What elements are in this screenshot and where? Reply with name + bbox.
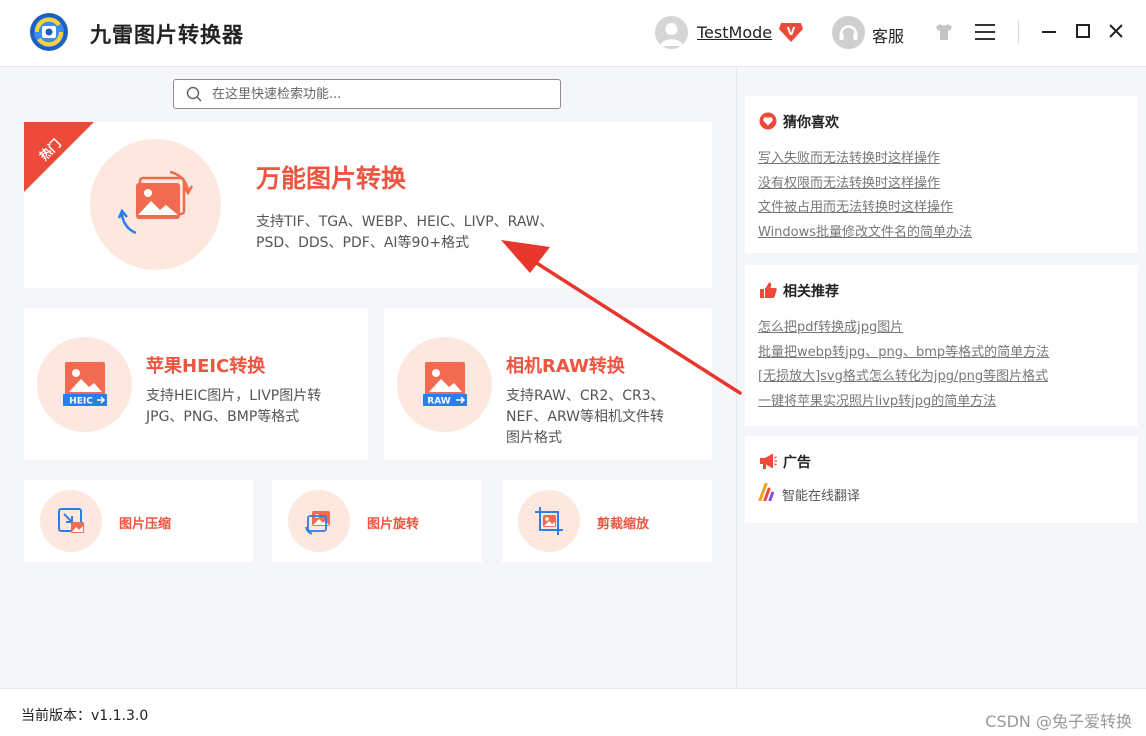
- title-bar: 九雷图片转换器 TestMode V 客服: [0, 0, 1146, 67]
- ad-translate-label: 智能在线翻译: [782, 489, 861, 504]
- related-recommend-panel: 相关推荐 怎么把pdf转换成jpg图片 批量把webp转jpg、png、bmp等…: [745, 265, 1138, 426]
- universal-convert-desc: 支持TIF、TGA、WEBP、HEIC、LIVP、RAW、 PSD、DDS、PD…: [256, 212, 616, 254]
- article-link[interactable]: [无损放大]svg格式怎么转化为jpg/png等图片格式: [758, 365, 1049, 390]
- heic-convert-title: 苹果HEIC转换: [146, 356, 266, 377]
- titlebar-divider: [1018, 20, 1019, 44]
- guess-you-like-panel: 猜你喜欢 写入失败而无法转换时这样操作 没有权限而无法转换时这样操作 文件被占用…: [745, 96, 1138, 253]
- guess-you-like-links: 写入失败而无法转换时这样操作 没有权限而无法转换时这样操作 文件被占用而无法转换…: [758, 147, 972, 245]
- thumbs-up-icon: [760, 282, 777, 298]
- image-convert-icon: [118, 170, 194, 235]
- heic-convert-desc-line: JPG、PNG、BMP等格式: [146, 409, 300, 425]
- compress-icon: [58, 508, 84, 533]
- crop-resize-tool-label: 剪裁缩放: [597, 517, 650, 532]
- article-link[interactable]: 没有权限而无法转换时这样操作: [758, 172, 972, 197]
- customer-service-avatar[interactable]: [832, 16, 865, 49]
- universal-convert-title: 万能图片转换: [256, 164, 407, 193]
- rotate-icon-circle: [288, 490, 350, 552]
- version-label: 当前版本：v1.1.3.0: [21, 708, 149, 724]
- heic-file-icon: HEIC: [63, 362, 107, 407]
- search-icon: [186, 86, 202, 102]
- article-link[interactable]: Windows批量修改文件名的简单办法: [758, 221, 972, 246]
- universal-convert-desc-line: PSD、DDS、PDF、AI等90+格式: [256, 235, 470, 251]
- article-link[interactable]: 一键将苹果实况照片livp转jpg的简单方法: [758, 390, 1049, 415]
- raw-convert-desc-line: 图片格式: [506, 430, 562, 446]
- heic-icon-circle: HEIC: [37, 337, 132, 432]
- raw-convert-card[interactable]: RAW 相机RAW转换 支持RAW、CR2、CR3、 NEF、ARW等相机文件转…: [384, 308, 712, 460]
- vip-badge-icon[interactable]: V: [778, 20, 804, 44]
- raw-icon-circle: RAW: [397, 337, 492, 432]
- article-link[interactable]: 怎么把pdf转换成jpg图片: [758, 316, 1049, 341]
- crop-icon: [535, 507, 563, 535]
- ad-panel: 广告 智能在线翻译: [745, 436, 1138, 523]
- vip-badge-text: V: [787, 25, 796, 38]
- raw-convert-title: 相机RAW转换: [506, 356, 625, 377]
- rotate-tool-label: 图片旋转: [367, 517, 420, 532]
- maximize-icon: [1076, 24, 1090, 38]
- csdn-watermark: CSDN @兔子爱转换: [985, 712, 1132, 731]
- skin-shirt-icon[interactable]: [934, 22, 954, 42]
- customer-service-button[interactable]: 客服: [872, 23, 904, 47]
- translate-logo-icon: [758, 483, 774, 501]
- guess-you-like-title: 猜你喜欢: [783, 115, 839, 131]
- universal-convert-card[interactable]: 热门 万能图片转换 支持TIF、TGA、WEBP、HEIC、LIVP、RAW、 …: [24, 122, 712, 288]
- heic-convert-desc-line: 支持HEIC图片，LIVP图片转: [146, 388, 322, 404]
- status-footer: 当前版本：v1.1.3.0 CSDN @兔子爱转换: [0, 688, 1146, 736]
- article-link[interactable]: 文件被占用而无法转换时这样操作: [758, 196, 972, 221]
- related-recommend-links: 怎么把pdf转换成jpg图片 批量把webp转jpg、png、bmp等格式的简单…: [758, 316, 1049, 414]
- raw-convert-desc-line: NEF、ARW等相机文件转: [506, 409, 664, 425]
- article-link[interactable]: 批量把webp转jpg、png、bmp等格式的简单方法: [758, 341, 1049, 366]
- universal-convert-desc-line: 支持TIF、TGA、WEBP、HEIC、LIVP、RAW、: [256, 214, 554, 230]
- search-input[interactable]: [212, 83, 552, 105]
- megaphone-icon: [760, 453, 777, 469]
- universal-convert-icon-circle: [90, 139, 221, 270]
- raw-convert-desc: 支持RAW、CR2、CR3、 NEF、ARW等相机文件转 图片格式: [506, 386, 706, 449]
- heic-convert-desc: 支持HEIC图片，LIVP图片转 JPG、PNG、BMP等格式: [146, 386, 346, 428]
- app-logo-icon: [29, 12, 69, 52]
- rotate-icon: [305, 511, 330, 535]
- raw-convert-desc-line: 支持RAW、CR2、CR3、: [506, 388, 665, 404]
- minimize-button[interactable]: [1040, 22, 1058, 40]
- related-recommend-title: 相关推荐: [783, 284, 839, 300]
- user-avatar[interactable]: [655, 16, 688, 49]
- close-icon: [1109, 24, 1123, 38]
- menu-icon[interactable]: [975, 23, 995, 41]
- compress-icon-circle: [40, 490, 102, 552]
- user-name-link[interactable]: TestMode: [697, 23, 772, 42]
- close-button[interactable]: [1107, 22, 1125, 40]
- heart-icon: [759, 112, 777, 130]
- rotate-tool-card[interactable]: 图片旋转: [272, 480, 482, 562]
- raw-icon-label: RAW: [427, 397, 450, 407]
- minimize-icon: [1042, 31, 1056, 33]
- compress-tool-card[interactable]: 图片压缩: [24, 480, 253, 562]
- raw-file-icon: RAW: [423, 362, 467, 407]
- maximize-button[interactable]: [1074, 22, 1092, 40]
- app-title: 九雷图片转换器: [90, 23, 244, 47]
- ad-title: 广告: [783, 455, 811, 471]
- compress-tool-label: 图片压缩: [119, 517, 172, 532]
- article-link[interactable]: 写入失败而无法转换时这样操作: [758, 147, 972, 172]
- heic-icon-label: HEIC: [69, 397, 93, 407]
- search-box[interactable]: [173, 79, 561, 109]
- panel-divider: [736, 67, 737, 687]
- crop-icon-circle: [518, 490, 580, 552]
- crop-resize-tool-card[interactable]: 剪裁缩放: [502, 480, 712, 562]
- heic-convert-card[interactable]: HEIC 苹果HEIC转换 支持HEIC图片，LIVP图片转 JPG、PNG、B…: [24, 308, 368, 460]
